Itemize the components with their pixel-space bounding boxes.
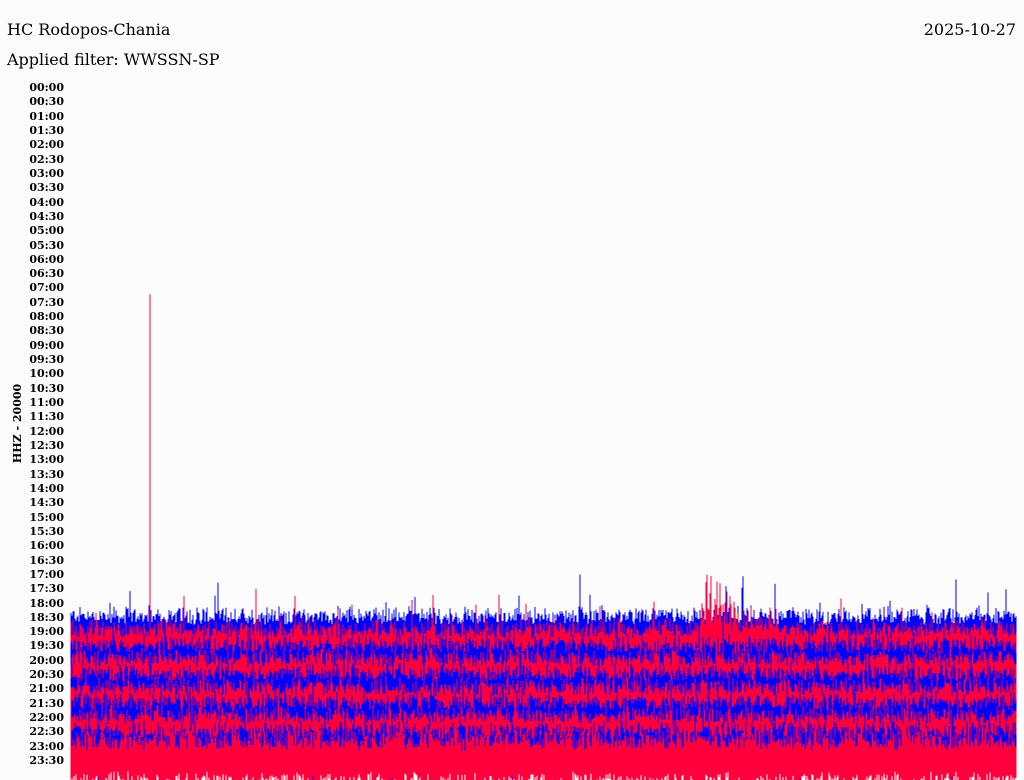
helicorder-plot (70, 294, 1017, 780)
